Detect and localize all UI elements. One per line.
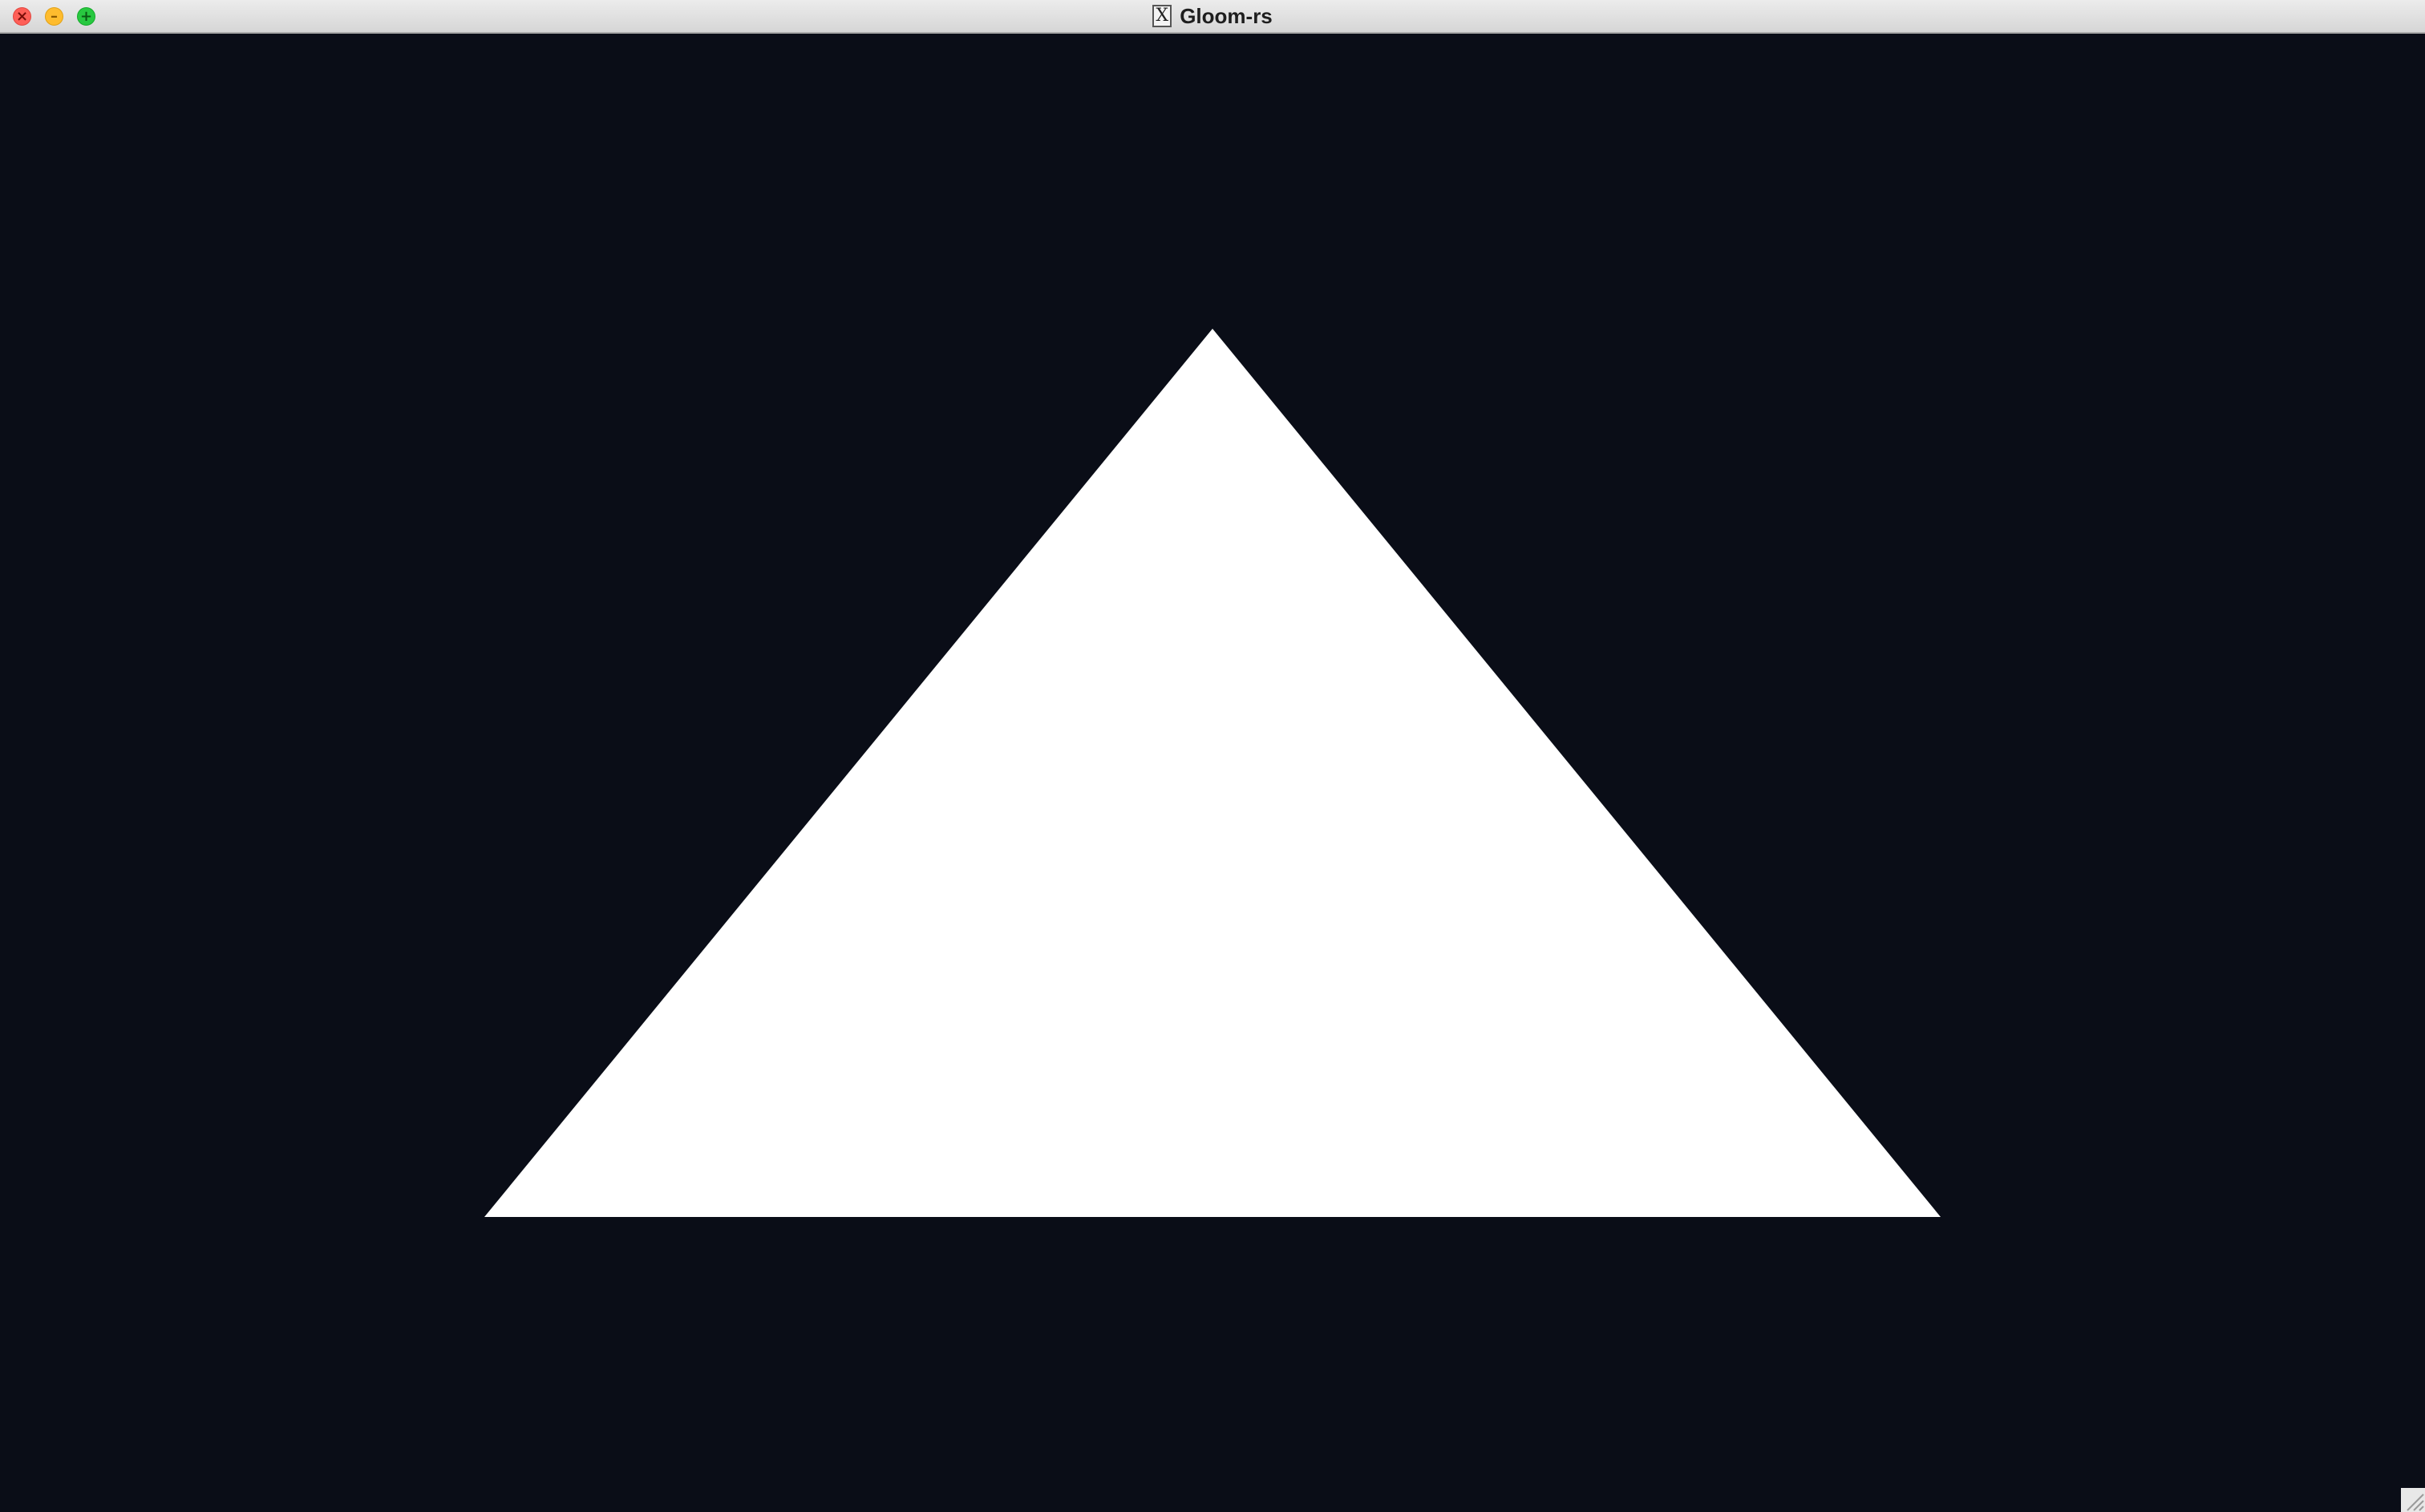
render-canvas xyxy=(0,34,2425,1512)
window-title-group: X Gloom-rs xyxy=(0,0,2425,32)
window-title: Gloom-rs xyxy=(1180,3,1273,28)
title-bar[interactable]: × – + X Gloom-rs xyxy=(0,0,2425,34)
app-window: × – + X Gloom-rs xyxy=(0,0,2425,1512)
x11-icon: X xyxy=(1152,5,1172,27)
resize-grip-icon[interactable] xyxy=(2401,1488,2425,1512)
